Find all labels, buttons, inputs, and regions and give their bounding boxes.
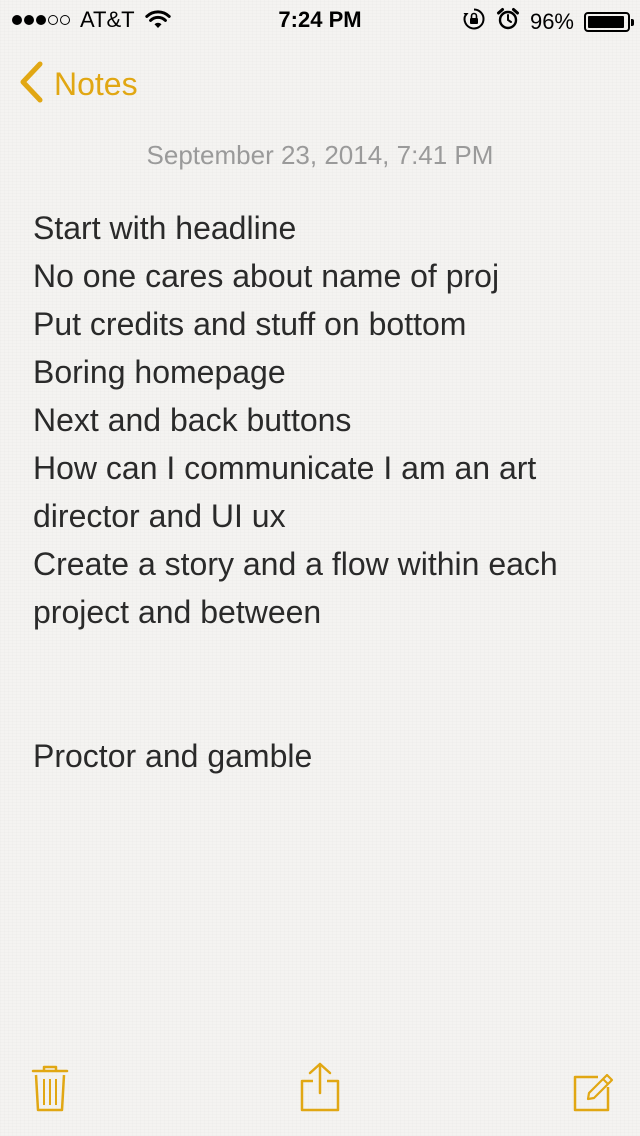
compose-note-button[interactable] [572, 1071, 614, 1118]
note-body-editor[interactable]: Start with headline No one cares about n… [33, 204, 613, 780]
delete-note-button[interactable] [30, 1063, 70, 1118]
bottom-toolbar [0, 1046, 640, 1136]
rotation-lock-icon [462, 7, 486, 37]
note-line: Next and back buttons [33, 402, 352, 438]
back-to-notes-button[interactable]: Notes [18, 58, 138, 110]
note-line [33, 684, 613, 732]
battery-fill [588, 16, 625, 28]
compose-icon [572, 1073, 614, 1117]
battery-icon [584, 12, 634, 32]
share-icon [298, 1062, 342, 1117]
note-line: Boring homepage [33, 354, 286, 390]
note-date: September 23, 2014, 7:41 PM [146, 140, 494, 170]
note-line: Proctor and gamble [33, 738, 313, 774]
status-bar: AT&T 7:24 PM 96% [0, 0, 640, 40]
note-line [33, 636, 613, 684]
note-line: How can I communicate I am an art direct… [33, 450, 537, 534]
chevron-left-icon [18, 61, 44, 108]
battery-percent: 96% [529, 9, 574, 34]
note-line: Start with headline [33, 210, 297, 246]
alarm-icon [496, 7, 520, 37]
note-line: Create a story and a flow within each pr… [33, 546, 558, 630]
back-label: Notes [54, 65, 138, 102]
note-line: Put credits and stuff on bottom [33, 306, 467, 342]
note-line: No one cares about name of proj [33, 258, 500, 294]
status-right: 96% [462, 7, 634, 37]
trash-icon [30, 1065, 70, 1117]
share-button[interactable] [298, 1061, 342, 1118]
